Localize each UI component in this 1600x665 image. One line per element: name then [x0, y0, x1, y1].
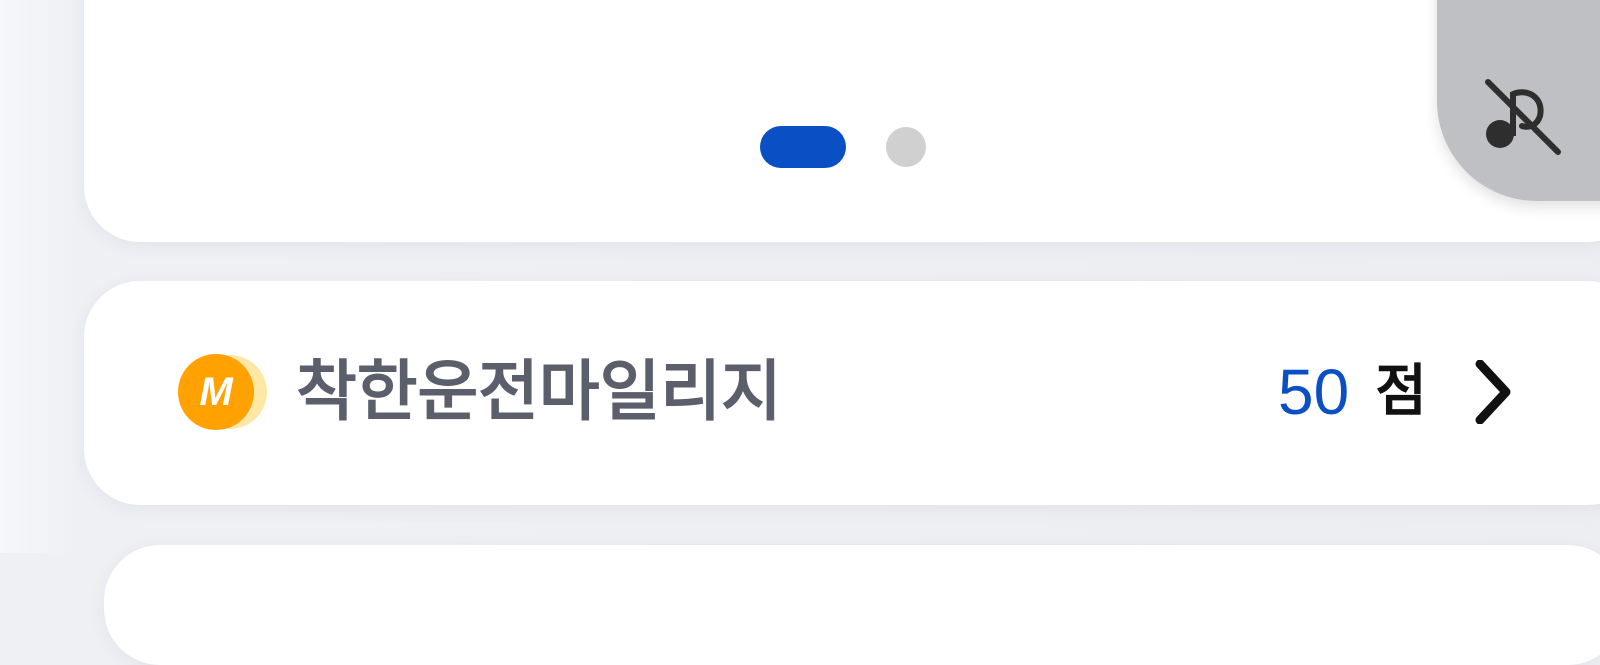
mileage-title: 착한운전마일리지	[296, 353, 782, 430]
chevron-right-icon[interactable]	[1474, 360, 1514, 424]
points-unit: 점	[1375, 359, 1427, 424]
page-indicator-active[interactable]	[760, 126, 846, 168]
page-indicator-dot[interactable]	[886, 127, 926, 167]
next-card[interactable]	[104, 545, 1600, 665]
mileage-points: 50 점	[1278, 352, 1427, 432]
music-note-off-icon	[1485, 79, 1561, 155]
banner-card[interactable]	[84, 0, 1600, 242]
points-value: 50	[1278, 356, 1350, 428]
mileage-badge: M	[178, 354, 268, 434]
mileage-m-icon: M	[178, 354, 254, 430]
banner-page-indicator	[760, 126, 926, 168]
